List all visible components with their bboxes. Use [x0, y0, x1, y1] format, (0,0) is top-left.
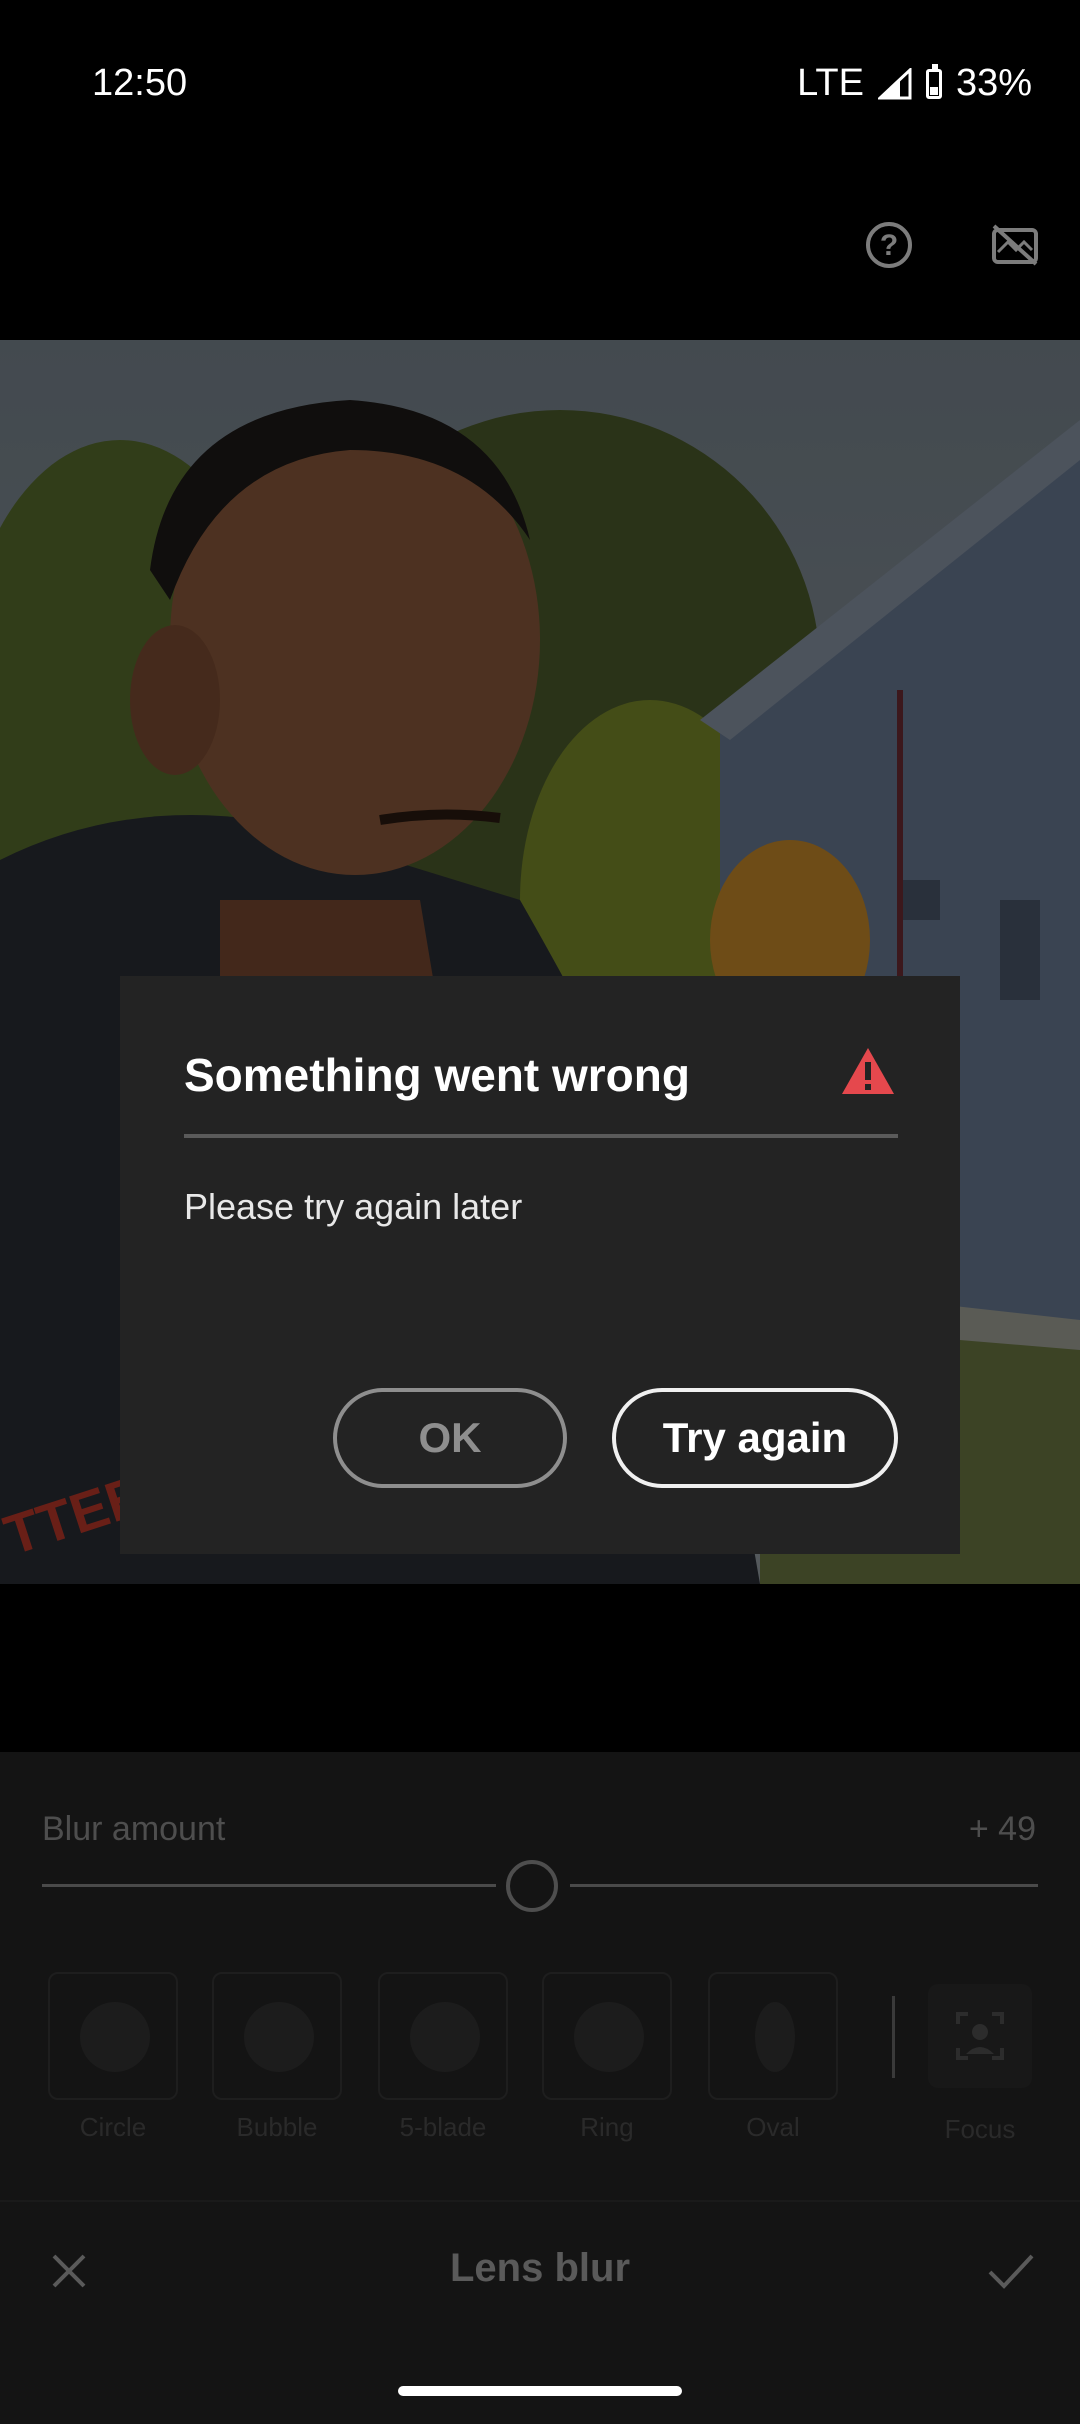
help-icon[interactable]: ?	[866, 222, 912, 268]
oval-icon	[755, 2002, 795, 2072]
shape-oval-button[interactable]	[708, 1972, 838, 2100]
signal-icon	[877, 67, 912, 99]
focus-label: Focus	[944, 2114, 1016, 2144]
circle-icon	[80, 2002, 150, 2072]
shape-bubble-button[interactable]	[212, 1972, 342, 2100]
battery-icon	[925, 63, 942, 99]
status-icons: LTE 33%	[797, 62, 1032, 105]
focus-button[interactable]	[928, 1984, 1032, 2088]
try-again-button[interactable]: Try again	[612, 1388, 898, 1488]
error-dialog: Something went wrong Please try again la…	[120, 976, 960, 1554]
dialog-divider	[184, 1134, 898, 1138]
bubble-icon	[244, 2002, 314, 2072]
network-type: LTE	[797, 62, 864, 104]
check-icon[interactable]	[984, 2246, 1038, 2296]
blur-slider-track-left[interactable]	[42, 1884, 496, 1887]
status-time: 12:50	[92, 62, 188, 104]
ok-button[interactable]: OK	[333, 1388, 567, 1488]
shape-oval-label: Oval	[746, 2112, 800, 2142]
hide-overlay-icon[interactable]	[990, 222, 1040, 268]
blur-amount-label: Blur amount	[42, 1810, 226, 1848]
shape-5-blade-label: 5-blade	[399, 2112, 487, 2142]
shape-bubble-label: Bubble	[236, 2112, 318, 2142]
shape-divider	[892, 1996, 895, 2078]
dialog-message: Please try again later	[184, 1186, 523, 1227]
blur-amount-value: + 49	[968, 1810, 1036, 1848]
blur-slider-track-right[interactable]	[570, 1884, 1038, 1887]
shape-5-blade-button[interactable]	[378, 1972, 508, 2100]
shape-circle-label: Circle	[79, 2112, 147, 2142]
battery-level: 33%	[955, 62, 1032, 104]
ring-icon	[574, 2002, 644, 2072]
shape-circle-button[interactable]	[48, 1972, 178, 2100]
blur-slider-thumb[interactable]	[506, 1860, 558, 1912]
warning-icon	[842, 1048, 894, 1094]
5-blade-icon	[410, 2002, 480, 2072]
dialog-title: Something went wrong	[184, 1049, 690, 1101]
home-indicator[interactable]	[398, 2386, 682, 2396]
tool-title: Lens blur	[449, 2246, 631, 2290]
shape-ring-button[interactable]	[542, 1972, 672, 2100]
shape-ring-label: Ring	[580, 2112, 634, 2142]
focus-icon	[956, 2012, 1004, 2060]
